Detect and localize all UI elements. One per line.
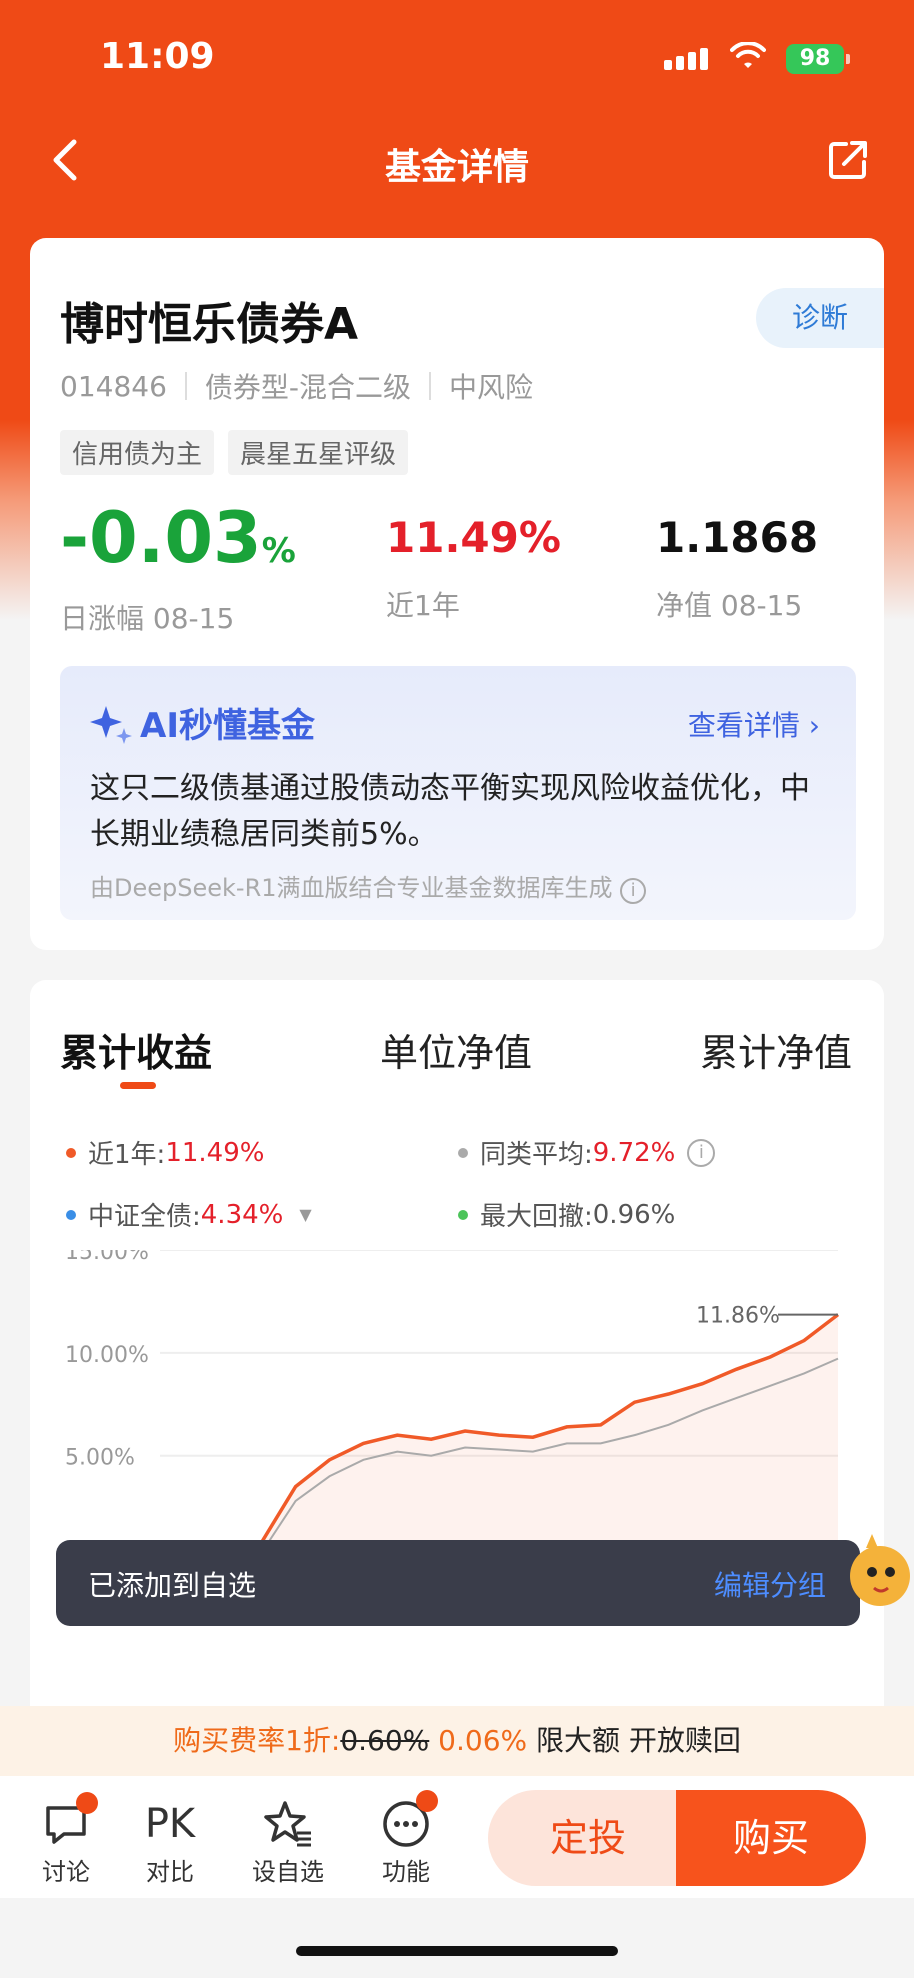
fund-tags: 信用债为主 晨星五星评级: [60, 430, 409, 475]
tab-cumulative-return[interactable]: 累计收益: [60, 1022, 212, 1077]
ai-more-label: 查看详情: [687, 709, 800, 742]
battery-indicator: 98: [786, 44, 850, 74]
ai-footnote-text: 由DeepSeek-R1满血版结合专业基金数据库生成: [90, 874, 613, 902]
notification-badge: [76, 1792, 98, 1814]
promo-tail: 限大额 开放赎回: [536, 1724, 741, 1757]
legend-label: 中证全债:: [88, 1202, 201, 1232]
legend-dot: [66, 1209, 76, 1220]
nav-value: 1.1868: [656, 513, 819, 562]
mascot-icon[interactable]: [840, 1528, 914, 1618]
triangle-down-icon: ▼: [299, 1205, 312, 1224]
sparkle-icon: [90, 705, 132, 744]
bottom-action-bar: 讨论 PK 对比 设自选 功能 定投 购买: [0, 1776, 914, 1898]
nav-stat: 1.1868 净值 08-15: [656, 500, 818, 624]
status-bar: 11:09 98: [0, 0, 914, 120]
notification-badge: [416, 1790, 438, 1812]
year-return-stat: 11.49% 近1年: [386, 500, 561, 624]
function-button[interactable]: 功能: [356, 1790, 456, 1887]
promo-old-rate: 0.60%: [340, 1724, 430, 1757]
add-watchlist-button[interactable]: 设自选: [238, 1796, 338, 1887]
buy-button[interactable]: 购买: [676, 1790, 866, 1886]
legend-value: 11.49%: [165, 1137, 265, 1168]
legend-category-avg: 同类平均: 9.72% i: [458, 1134, 716, 1171]
fund-code: 014846: [60, 369, 167, 403]
ai-more-link[interactable]: 查看详情 ›: [688, 704, 820, 744]
ai-summary-text: 这只二级债基通过股债动态平衡实现风险收益优化，中长期业绩稳居同类前5%。: [90, 771, 810, 852]
max-annotation: 11.86%: [696, 1304, 780, 1329]
ai-footnote: 由DeepSeek-R1满血版结合专业基金数据库生成 i: [90, 868, 647, 904]
legend-year: 近1年: 11.49%: [66, 1134, 264, 1171]
fund-risk: 中风险: [449, 371, 534, 404]
promo-new-rate: 0.06%: [438, 1724, 528, 1757]
legend-value: 4.34%: [200, 1199, 284, 1230]
legend-value: 9.72%: [592, 1137, 676, 1168]
year-return-label: 近1年: [386, 589, 460, 622]
nav-bar: 基金详情: [0, 120, 914, 200]
y-tick-label: 10.00%: [65, 1343, 149, 1368]
fee-promo-banner[interactable]: 购买费率1折:0.60% 0.06% 限大额 开放赎回: [0, 1706, 914, 1776]
status-time: 11:09: [100, 36, 215, 77]
fund-tag: 信用债为主: [60, 430, 215, 475]
fund-type: 债券型-混合二级: [204, 371, 411, 404]
divider: [184, 372, 187, 400]
legend-label: 同类平均:: [480, 1140, 593, 1170]
function-label: 功能: [382, 1858, 430, 1886]
edit-group-link[interactable]: 编辑分组: [714, 1564, 826, 1604]
legend-max-drawdown: 最大回撤: 0.96%: [458, 1196, 675, 1233]
discuss-button[interactable]: 讨论: [16, 1792, 116, 1887]
tab-unit-nav[interactable]: 单位净值: [380, 1022, 532, 1077]
fund-area: [160, 1314, 838, 1562]
share-icon[interactable]: [826, 138, 870, 182]
legend-value: 0.96%: [592, 1199, 676, 1230]
toast-text: 已添加到自选: [88, 1569, 257, 1602]
ai-summary-card[interactable]: AI秒懂基金 查看详情 › 这只二级债基通过股债动态平衡实现风险收益优化，中长期…: [60, 666, 856, 920]
ai-title-text: AI秒懂基金: [140, 706, 315, 746]
fund-summary-card: 博时恒乐债券A 诊断 014846 债券型-混合二级 中风险 信用债为主 晨星五…: [30, 238, 884, 950]
promo-prefix: 购买费率1折:: [173, 1724, 341, 1757]
info-icon[interactable]: i: [687, 1138, 716, 1167]
diagnose-button[interactable]: 诊断: [756, 288, 884, 348]
compare-label: 对比: [146, 1858, 194, 1886]
add-watchlist-label: 设自选: [252, 1858, 324, 1886]
daily-change-label: 日涨幅 08-15: [60, 602, 235, 635]
ai-title: AI秒懂基金: [90, 698, 315, 747]
compare-button[interactable]: PK 对比: [120, 1796, 220, 1887]
tab-indicator: [120, 1082, 156, 1089]
pk-icon: PK: [144, 1801, 196, 1847]
legend-dot: [458, 1209, 468, 1220]
star-icon: [264, 1801, 311, 1847]
page-title: 基金详情: [384, 147, 529, 188]
fund-name: 博时恒乐债券A: [60, 299, 359, 350]
divider: [429, 372, 431, 400]
y-tick-label: 15.00%: [65, 1250, 149, 1265]
cellular-signal-icon: [664, 48, 708, 70]
legend-label: 最大回撤:: [480, 1202, 593, 1232]
fund-tag: 晨星五星评级: [228, 430, 409, 475]
legend-index[interactable]: 中证全债: 4.34% ▼: [66, 1196, 312, 1233]
fixed-invest-button[interactable]: 定投: [488, 1790, 688, 1886]
discuss-label: 讨论: [42, 1858, 90, 1886]
tab-cumulative-nav[interactable]: 累计净值: [700, 1022, 852, 1077]
daily-change-stat: -0.03% 日涨幅 08-15: [60, 500, 296, 637]
daily-change-unit: %: [261, 531, 296, 571]
info-icon[interactable]: i: [620, 878, 647, 904]
wifi-icon: [730, 42, 766, 68]
year-return-value: 11.49%: [386, 513, 561, 562]
legend-dot: [66, 1147, 76, 1158]
toast: 已添加到自选 编辑分组: [56, 1540, 860, 1626]
fund-meta: 014846 债券型-混合二级 中风险: [60, 366, 533, 406]
legend-label: 近1年:: [88, 1140, 166, 1170]
performance-card: 累计收益 单位净值 累计净值 近1年: 11.49% 同类平均: 9.72% i 中…: [30, 980, 884, 1740]
y-tick-label: 5.00%: [65, 1446, 135, 1471]
home-indicator: [296, 1946, 618, 1956]
chevron-right-icon: ›: [808, 709, 820, 742]
legend-dot: [458, 1147, 468, 1158]
nav-label: 净值 08-15: [656, 589, 803, 622]
daily-change-value: -0.03: [60, 497, 262, 579]
